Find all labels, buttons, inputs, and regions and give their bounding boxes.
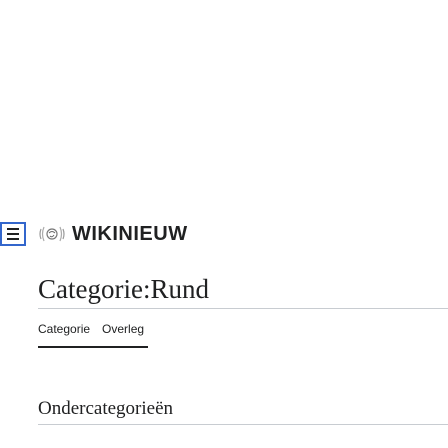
site-wordmark: WIKINIEUW [72, 222, 188, 245]
page-tabs: Categorie Overleg [38, 322, 144, 336]
subcategories-heading: Ondercategorieën [38, 398, 174, 419]
main-menu-button[interactable] [0, 222, 26, 246]
site-header: WIKINIEUW [0, 222, 448, 256]
tab-underline [38, 346, 148, 348]
tab-overleg[interactable]: Overleg [102, 322, 144, 336]
tab-categorie[interactable]: Categorie [38, 322, 90, 336]
section-divider [38, 424, 448, 425]
hamburger-menu-icon [7, 228, 19, 241]
page-title: Categorie:Rund [38, 274, 209, 304]
title-divider [38, 308, 448, 309]
site-logo[interactable]: WIKINIEUW [38, 222, 188, 246]
wikinews-globe-icon [39, 226, 65, 242]
